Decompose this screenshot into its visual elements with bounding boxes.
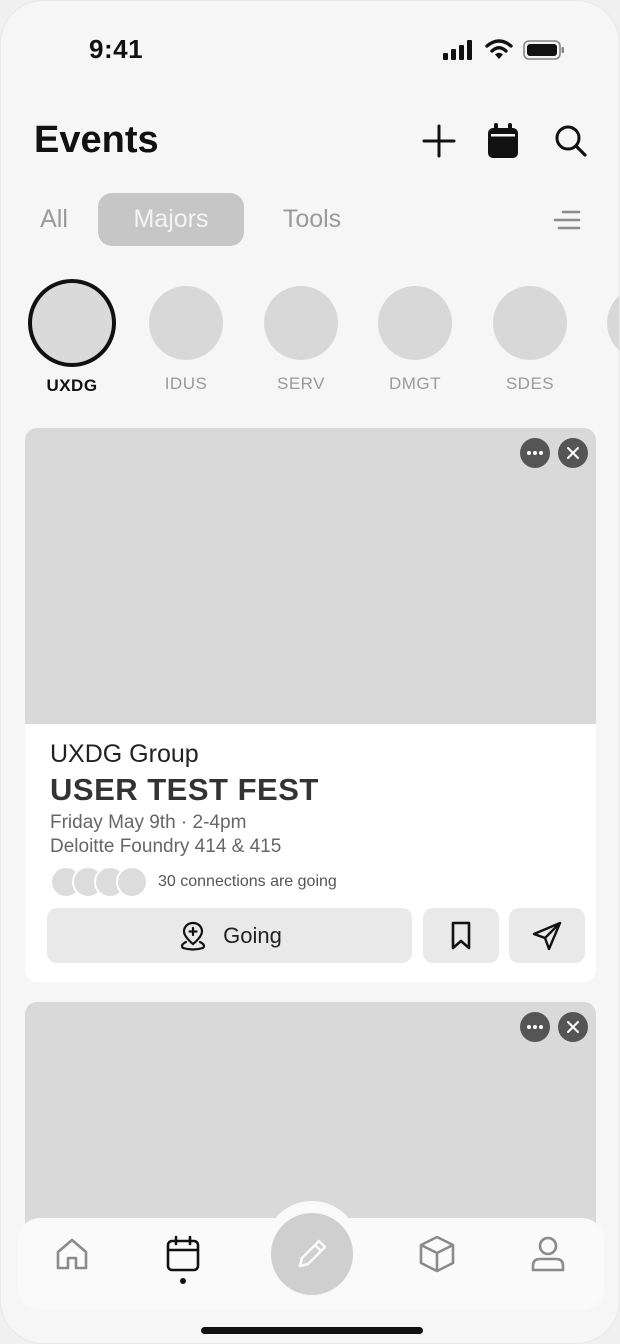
home-indicator [201, 1327, 423, 1334]
major-avatar [378, 286, 452, 360]
wifi-icon [485, 39, 513, 65]
major-uxdg[interactable]: UXDG [26, 279, 118, 396]
tab-majors[interactable]: Majors [98, 193, 244, 246]
going-button[interactable]: Going [47, 908, 412, 963]
bookmark-icon [451, 921, 471, 949]
calendar-icon [166, 1235, 200, 1272]
status-icons [443, 39, 565, 65]
send-icon [532, 921, 562, 950]
status-time: 9:41 [89, 34, 144, 64]
major-label: UXDG [46, 376, 98, 395]
add-icon [422, 124, 456, 158]
calendar-button[interactable] [483, 121, 523, 161]
major-idus[interactable]: IDUS [140, 279, 232, 394]
home-icon [56, 1238, 88, 1270]
dismiss-button[interactable] [558, 1012, 588, 1042]
nav-profile[interactable] [528, 1234, 568, 1274]
attendees-count-text: 30 connections are going [158, 873, 337, 890]
close-icon [567, 1021, 579, 1033]
event-location: Deloitte Foundry 414 & 415 [50, 836, 282, 857]
major-label: SDES [505, 374, 555, 393]
search-button[interactable] [551, 121, 591, 161]
event-title: USER TEST FEST [50, 772, 319, 807]
share-button[interactable] [509, 908, 585, 963]
event-group-name: UXDG Group [50, 740, 199, 768]
going-label: Going [223, 922, 282, 948]
major-label: IDUS [164, 374, 208, 393]
major-avatar [149, 286, 223, 360]
active-nav-indicator [180, 1278, 186, 1284]
filter-button[interactable] [549, 206, 585, 236]
nav-tools[interactable] [417, 1234, 457, 1274]
avatar [116, 866, 148, 898]
more-options-button[interactable] [520, 1012, 550, 1042]
add-event-button[interactable] [419, 121, 459, 161]
tab-tools[interactable]: Tools [267, 193, 357, 246]
close-icon [567, 447, 579, 459]
more-options-button[interactable] [520, 438, 550, 468]
phone-screen: 9:41 Events All Majors Tools UXDG IDUS S… [0, 0, 620, 1344]
major-dmgt[interactable]: DMGT [369, 279, 461, 394]
location-pin-plus-icon [181, 921, 206, 951]
tab-all[interactable]: All [27, 193, 81, 246]
compose-button[interactable] [271, 1213, 353, 1295]
major-sdes[interactable]: SDES [484, 279, 576, 394]
profile-icon [531, 1236, 565, 1272]
major-avatar [264, 286, 338, 360]
major-avatar [493, 286, 567, 360]
dismiss-button[interactable] [558, 438, 588, 468]
more-icon [527, 1025, 543, 1029]
event-image-placeholder [25, 428, 596, 724]
more-icon [527, 451, 543, 455]
signal-icon [443, 39, 475, 65]
event-details: UXDG Group USER TEST FEST Friday May 9th… [50, 740, 571, 858]
filter-lines-icon [553, 210, 581, 230]
major-avatar [28, 279, 116, 367]
search-icon [555, 125, 587, 157]
nav-home[interactable] [52, 1234, 92, 1274]
cube-icon [419, 1235, 455, 1273]
major-label: SERV [277, 374, 325, 393]
major-serv[interactable]: SERV [255, 279, 347, 394]
bookmark-button[interactable] [423, 908, 499, 963]
pencil-icon [298, 1239, 327, 1268]
battery-icon [523, 39, 565, 65]
attendees-row[interactable]: 30 connections are going [50, 866, 337, 898]
major-label: DMGT [388, 374, 442, 393]
event-card[interactable]: UXDG Group USER TEST FEST Friday May 9th… [25, 428, 596, 982]
major-next-partial[interactable] [607, 286, 619, 360]
page-title: Events [34, 119, 159, 161]
nav-events[interactable] [163, 1234, 203, 1274]
event-datetime: Friday May 9th · 2-4pm [50, 812, 247, 833]
calendar-icon [488, 123, 518, 158]
